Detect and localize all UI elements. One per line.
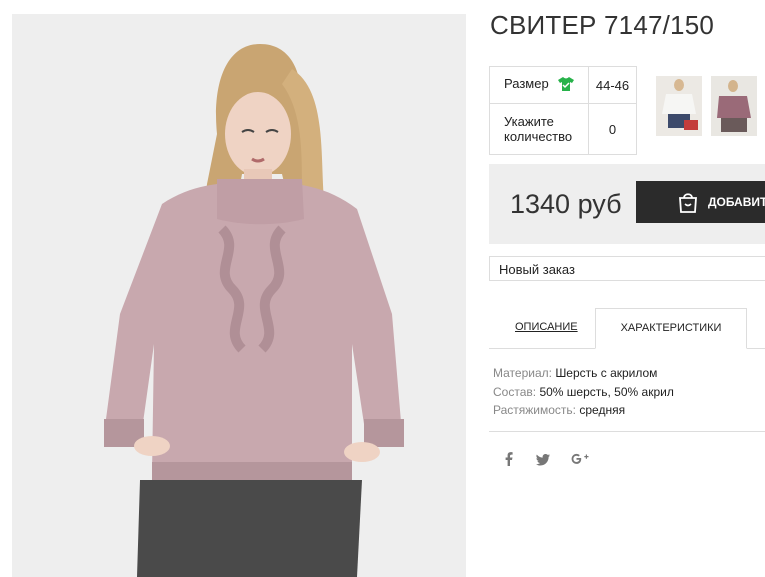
characteristic-key: Состав:	[493, 384, 537, 399]
thumbnail-mauve-sweater[interactable]	[711, 76, 757, 136]
characteristic-key: Материал:	[493, 366, 552, 380]
price: 1340 руб	[510, 189, 622, 219]
model-illustration	[12, 14, 466, 577]
characteristic-key: Растяжимость:	[493, 403, 577, 417]
product-main-image[interactable]	[12, 14, 466, 577]
divider	[489, 431, 765, 432]
size-row: Размер 44-46	[489, 66, 637, 104]
tshirt-icon[interactable]	[558, 76, 575, 94]
quantity-value[interactable]: 0	[588, 103, 637, 155]
size-value[interactable]: 44-46	[588, 66, 637, 104]
characteristic-stretch: Растяжимость: средняя	[493, 401, 674, 420]
quantity-row: Укажите количество 0	[489, 103, 637, 155]
price-panel: 1340 руб ДОБАВИТЬ	[489, 164, 765, 244]
add-to-cart-button[interactable]: ДОБАВИТЬ	[636, 181, 765, 223]
tab-characteristics-label: ХАРАКТЕРИСТИКИ	[620, 322, 722, 334]
order-select[interactable]: Новый заказ	[489, 256, 765, 281]
product-title: СВИТЕР 7147/150	[490, 10, 715, 40]
characteristics-list: Материал: Шерсть с акрилом Состав: 50% ш…	[493, 364, 674, 420]
facebook-icon[interactable]	[504, 452, 514, 469]
thumbnail-white-sweater[interactable]	[656, 76, 702, 136]
google-plus-icon[interactable]	[571, 452, 589, 469]
options-table: Размер 44-46 Укажите количество 0	[489, 66, 637, 155]
social-share	[504, 452, 607, 469]
characteristic-composition: Состав: 50% шерсть, 50% акрил	[493, 383, 674, 402]
tab-characteristics[interactable]: ХАРАКТЕРИСТИКИ	[595, 308, 747, 349]
characteristic-value: Шерсть с акрилом	[555, 366, 658, 380]
twitter-icon[interactable]	[535, 454, 550, 469]
size-label: Размер	[504, 76, 549, 92]
characteristic-value: средняя	[579, 403, 626, 417]
characteristic-material: Материал: Шерсть с акрилом	[493, 364, 674, 383]
add-to-cart-label: ДОБАВИТЬ	[708, 195, 765, 209]
size-label-cell: Размер	[489, 66, 589, 104]
characteristic-value: 50% шерсть, 50% акрил	[539, 384, 674, 399]
shopping-bag-icon	[676, 190, 700, 217]
quantity-label: Укажите количество	[489, 103, 589, 155]
tab-description[interactable]: ОПИСАНИЕ	[515, 321, 578, 333]
